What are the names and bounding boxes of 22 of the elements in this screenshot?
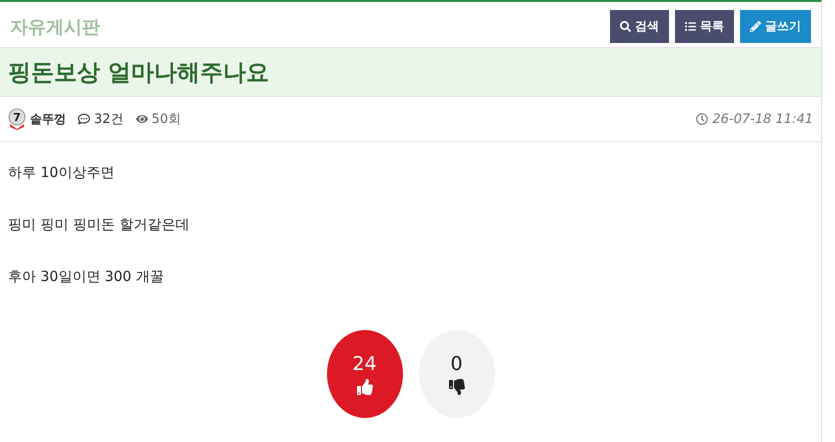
eye-icon bbox=[136, 113, 148, 125]
clock-icon bbox=[696, 113, 708, 125]
post-paragraph: 핑미 핑미 핑미돈 할거같은데 bbox=[8, 216, 190, 234]
comment-count: 32건 bbox=[94, 111, 124, 128]
search-icon bbox=[620, 21, 631, 32]
pencil-icon bbox=[750, 21, 761, 32]
post-paragraph: 후아 30일이면 300 개꿀 bbox=[8, 268, 165, 286]
write-button[interactable]: 글쓰기 bbox=[740, 10, 811, 43]
view-count: 50회 bbox=[152, 111, 182, 128]
post-date: 26-07-18 11:41 bbox=[712, 112, 813, 126]
board-title: 자유게시판 bbox=[10, 16, 100, 38]
downvote-button[interactable]: 0 bbox=[418, 330, 494, 418]
post-title: 핑돈보상 얼마나해주나요 bbox=[0, 48, 821, 97]
thumbs-up-icon bbox=[356, 379, 372, 395]
thumbs-down-icon bbox=[448, 379, 464, 395]
post-paragraph: 하루 10이상주면 bbox=[8, 164, 116, 182]
search-button[interactable]: 검색 bbox=[610, 10, 669, 43]
comment-icon bbox=[78, 113, 90, 125]
upvote-button[interactable]: 24 bbox=[326, 330, 402, 418]
list-button[interactable]: 목록 bbox=[675, 10, 734, 43]
list-icon bbox=[685, 21, 696, 32]
author-name: 솥뚜껑 bbox=[30, 110, 66, 128]
